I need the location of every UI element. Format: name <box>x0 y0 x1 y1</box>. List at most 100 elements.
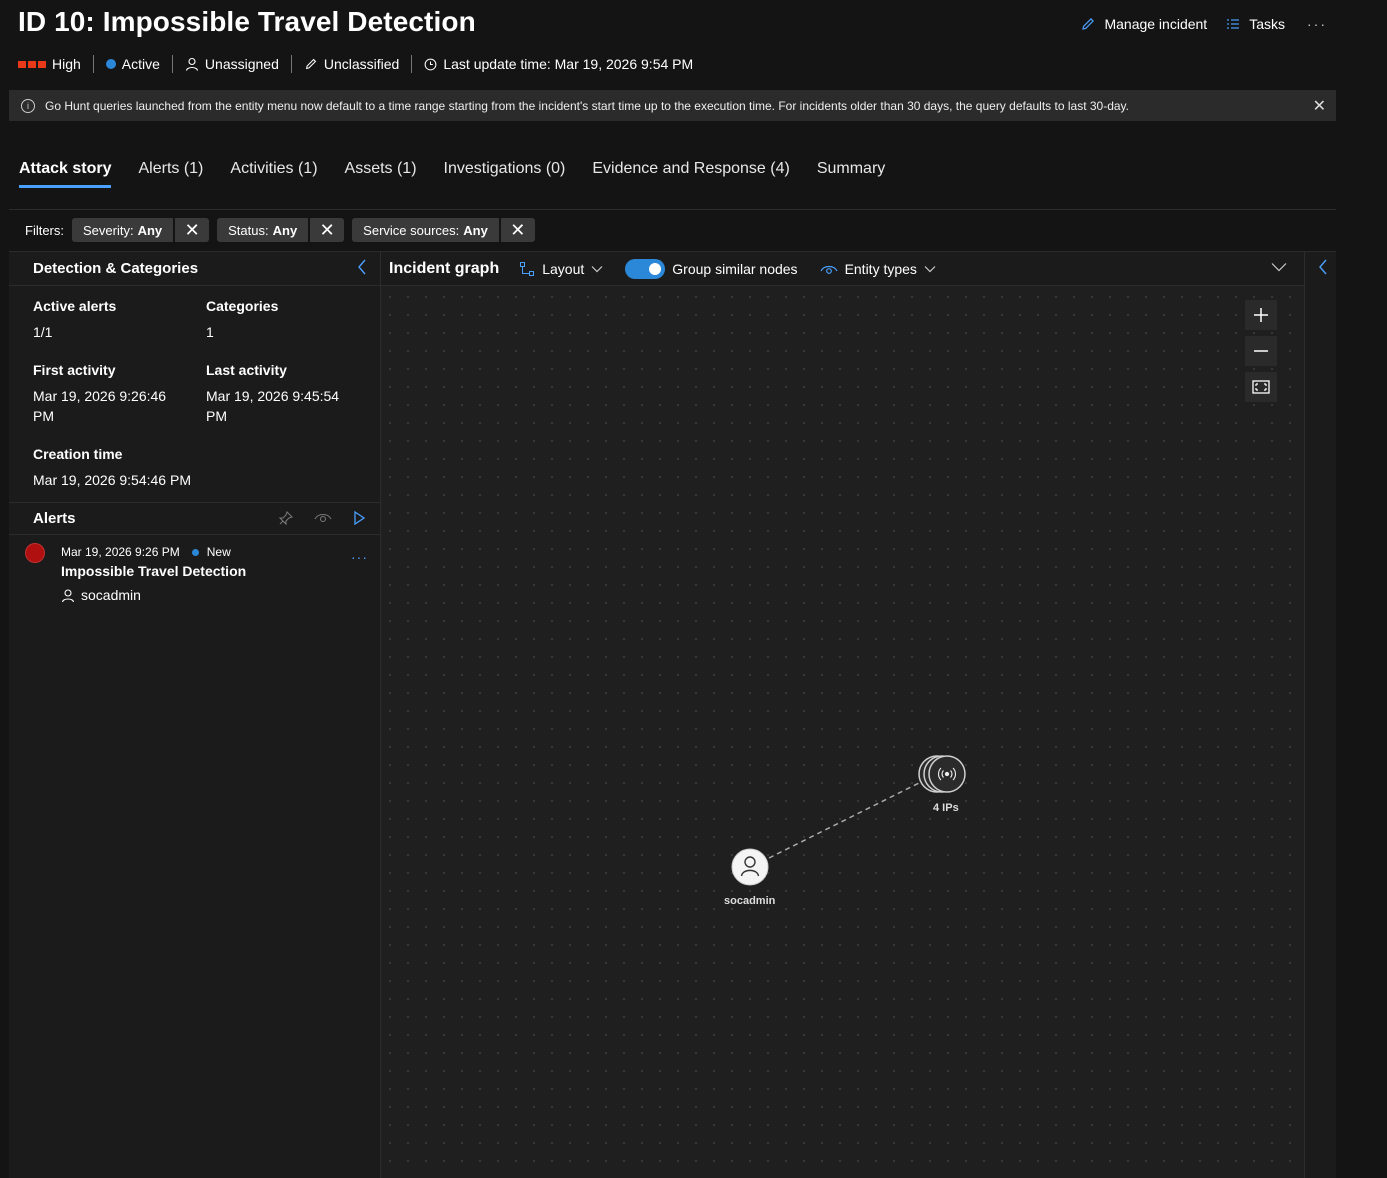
list-icon <box>1227 19 1240 29</box>
filter-key: Service sources: <box>363 222 460 238</box>
collapse-graph-button[interactable] <box>1271 259 1287 275</box>
list-item[interactable]: Mar 19, 2026 9:26 PM New Impossible Trav… <box>9 535 380 615</box>
filter-value: Any <box>463 222 488 238</box>
info-icon: i <box>21 98 35 113</box>
tab-assets[interactable]: Assets (1) <box>345 160 417 188</box>
status-dot-icon <box>105 59 116 69</box>
collapse-panel-button[interactable] <box>356 258 368 281</box>
eye-icon <box>820 265 838 274</box>
alert-name: Impossible Travel Detection <box>61 563 247 579</box>
pencil-icon <box>305 58 317 70</box>
first-activity-value: Mar 19, 2026 9:26:46 PM <box>33 388 167 424</box>
filters-label: Filters: <box>25 222 64 238</box>
last-activity-label: Last activity <box>206 362 287 378</box>
tab-investigations[interactable]: Investigations (0) <box>444 160 566 188</box>
remove-filter-button[interactable]: ✕ <box>173 218 209 242</box>
tab-bar: Attack story Alerts (1) Activities (1) A… <box>19 160 885 188</box>
detection-title: Detection & Categories <box>33 260 199 277</box>
clock-icon <box>424 58 437 70</box>
classification-badge: Unclassified <box>290 55 411 73</box>
severity-badge: High <box>18 55 93 73</box>
incident-meta: High Active Unassigned Unclassified Last… <box>18 55 705 73</box>
tab-attack-story[interactable]: Attack story <box>19 160 112 188</box>
user-node[interactable] <box>731 848 769 886</box>
person-icon <box>185 57 198 71</box>
tasks-label: Tasks <box>1249 16 1285 32</box>
alert-meta: Mar 19, 2026 9:26 PM New <box>61 545 380 559</box>
classification-label: Unclassified <box>323 56 400 72</box>
chevron-left-icon <box>358 259 366 275</box>
group-similar-nodes-toggle[interactable]: Group similar nodes <box>625 258 798 279</box>
categories-label: Categories <box>206 298 279 314</box>
close-banner-button[interactable]: ✕ <box>1313 96 1326 116</box>
status-label: Active <box>121 56 160 72</box>
alert-time: Mar 19, 2026 9:26 PM <box>61 545 180 559</box>
filter-chip-severity[interactable]: Severity: Any ✕ <box>72 218 210 242</box>
filter-value: Any <box>137 222 163 238</box>
alert-user-name: socadmin <box>81 587 141 603</box>
detection-panel: Detection & Categories Active alerts 1/1 … <box>9 251 380 1178</box>
details-side-strip <box>1304 251 1336 1178</box>
expand-details-button[interactable] <box>1317 258 1329 281</box>
creation-time-value: Mar 19, 2026 9:54:46 PM <box>33 472 191 488</box>
ip-address-icon <box>937 767 957 781</box>
last-update-label: Last update time: Mar 19, 2026 9:54 PM <box>443 56 694 72</box>
filter-bar: Filters: Severity: Any ✕ Status: Any ✕ Ser… <box>25 218 535 242</box>
incident-graph[interactable]: Incident graph Layout Group similar node… <box>380 251 1305 1178</box>
manage-incident-button[interactable]: Manage incident <box>1080 16 1207 32</box>
unpin-icon[interactable] <box>278 510 294 526</box>
toggle-switch[interactable] <box>625 258 666 279</box>
severity-label: High <box>52 56 81 72</box>
filter-chip-service-sources[interactable]: Service sources: Any ✕ <box>352 218 535 242</box>
chevron-down-icon <box>591 265 603 272</box>
incident-page: ID 10: Impossible Travel Detection Manag… <box>0 0 1387 1178</box>
severity-icon <box>18 60 46 68</box>
remove-filter-button[interactable]: ✕ <box>498 218 535 242</box>
filter-value: Any <box>272 222 298 238</box>
person-icon <box>740 856 760 877</box>
play-icon[interactable] <box>352 510 366 526</box>
remove-filter-button[interactable]: ✕ <box>308 218 344 242</box>
minus-icon <box>1254 350 1268 352</box>
graph-title: Incident graph <box>389 259 500 277</box>
alerts-title: Alerts <box>33 510 76 527</box>
alerts-toolbar <box>278 510 366 526</box>
manage-incident-label: Manage incident <box>1104 16 1208 32</box>
group-label: Group similar nodes <box>672 260 798 277</box>
first-activity-label: First activity <box>33 362 116 378</box>
zoom-out-button[interactable] <box>1245 336 1277 366</box>
eye-icon[interactable] <box>314 510 332 526</box>
alert-status: New <box>206 545 231 559</box>
alert-more-button[interactable]: ··· <box>351 549 368 565</box>
filter-key: Severity: <box>83 222 134 238</box>
top-actions: Manage incident Tasks ··· <box>1080 16 1327 32</box>
status-badge: Active <box>92 55 172 73</box>
person-icon <box>61 588 75 602</box>
severity-high-icon <box>25 543 45 563</box>
plus-icon <box>1254 308 1268 322</box>
fit-to-screen-button[interactable] <box>1245 372 1277 402</box>
tab-alerts[interactable]: Alerts (1) <box>138 160 203 188</box>
ip-group-node[interactable] <box>918 755 966 793</box>
tab-summary[interactable]: Summary <box>817 160 885 188</box>
alerts-header: Alerts <box>9 503 380 535</box>
tab-evidence-response[interactable]: Evidence and Response (4) <box>592 160 789 188</box>
layout-label: Layout <box>542 260 585 277</box>
zoom-in-button[interactable] <box>1245 300 1277 330</box>
info-banner: i Go Hunt queries launched from the enti… <box>9 90 1336 121</box>
creation-time-label: Creation time <box>33 446 123 462</box>
page-title: ID 10: Impossible Travel Detection <box>18 6 476 37</box>
entity-types-dropdown[interactable]: Entity types <box>820 261 936 277</box>
last-activity-value: Mar 19, 2026 9:45:54 PM <box>206 388 340 424</box>
last-update-badge: Last update time: Mar 19, 2026 9:54 PM <box>411 55 705 73</box>
more-actions-button[interactable]: ··· <box>1307 16 1327 32</box>
tasks-button[interactable]: Tasks <box>1225 16 1285 32</box>
tab-activities[interactable]: Activities (1) <box>230 160 317 188</box>
tab-divider <box>9 209 1336 210</box>
layout-dropdown[interactable]: Layout <box>519 261 603 277</box>
ip-group-label: 4 IPs <box>930 801 962 815</box>
filter-chip-status[interactable]: Status: Any ✕ <box>217 218 345 242</box>
assignee-label: Unassigned <box>204 56 279 72</box>
banner-text: Go Hunt queries launched from the entity… <box>45 98 1129 113</box>
alert-user: socadmin <box>61 587 380 603</box>
